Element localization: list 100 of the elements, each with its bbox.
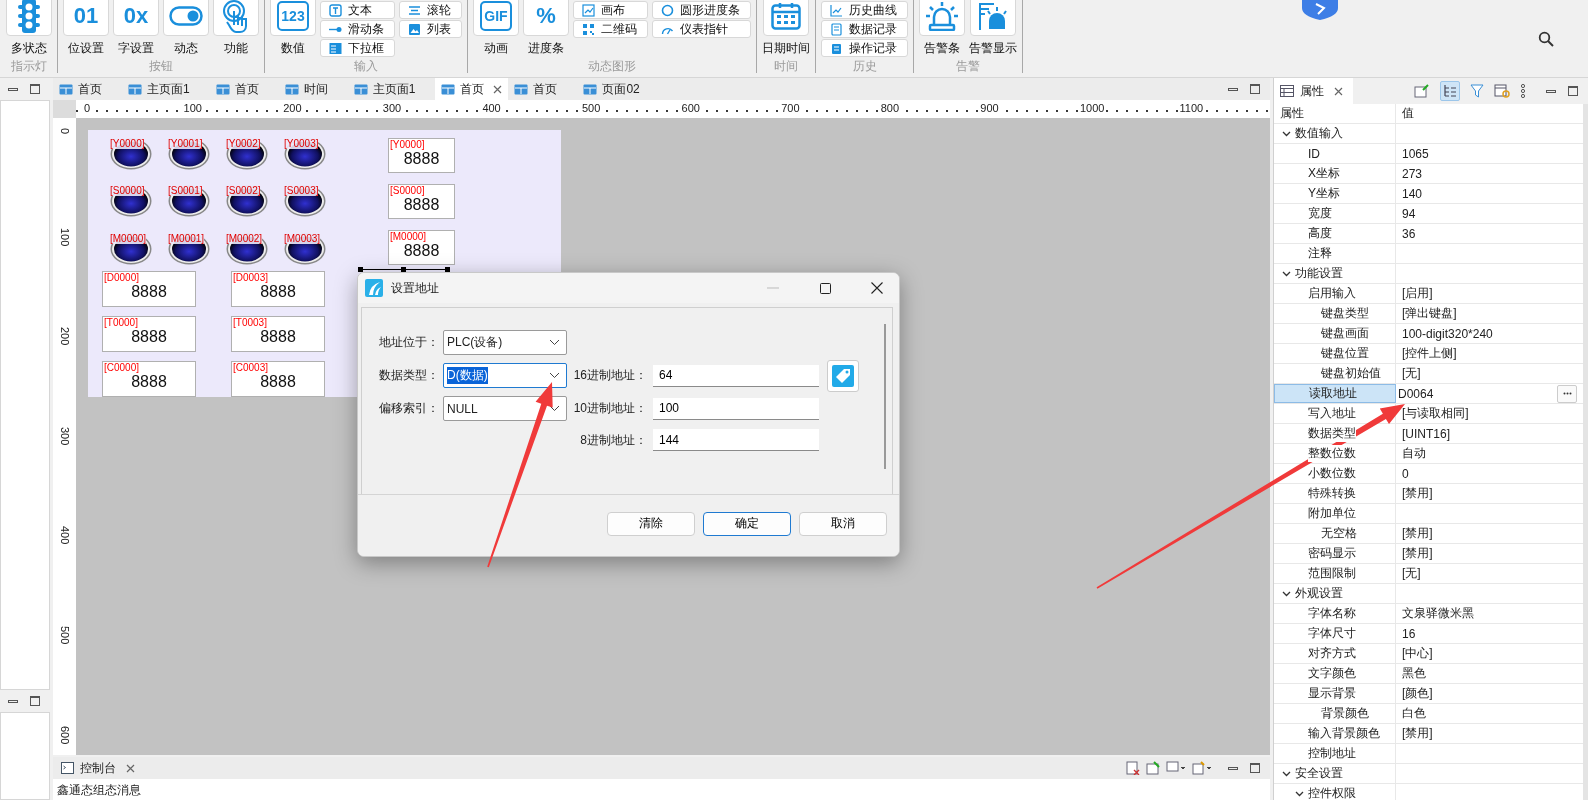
input-field[interactable]: 100 [653,397,819,420]
number-input[interactable]: [D0003] 8888 [231,271,325,307]
number-input[interactable]: [T0000] 8888 [102,316,196,352]
number-display[interactable]: [M0000] 8888 [388,230,455,265]
number-input[interactable]: [T0003] 8888 [231,316,325,352]
ribbon-tool-button[interactable]: 操作记录 [821,39,908,57]
maximize-icon[interactable] [819,282,831,294]
tag-button[interactable] [827,359,859,392]
maximize-icon[interactable] [1250,84,1260,94]
property-row[interactable]: 键盘位置 [控件上侧] [1274,344,1583,364]
properties-tab[interactable]: 属性 [1274,78,1353,104]
ribbon-tool-button[interactable]: 数据记录 [821,20,908,38]
close-icon[interactable] [871,282,883,294]
maximize-icon[interactable] [30,696,40,706]
page-tab[interactable]: 首页 [435,78,509,100]
page-tab[interactable]: 时间 [278,78,348,100]
property-row[interactable]: 键盘类型 [弹出键盘] [1274,304,1583,324]
dropdown-field[interactable]: NULL [443,396,567,421]
property-name: 特殊转换 [1308,485,1356,502]
input-field[interactable]: 144 [653,429,819,451]
ribbon-tool-button[interactable]: 二维码 [573,20,648,38]
property-row[interactable]: 输入背景颜色 [禁用] [1274,724,1583,744]
number-input[interactable]: [D0000] 8888 [102,271,196,307]
ribbon-tool-button[interactable]: 圆形进度条 [652,1,751,19]
tree-view-icon[interactable] [1443,84,1457,98]
property-row[interactable]: 高度 36 [1274,224,1583,244]
property-row[interactable]: 特殊转换 [禁用] [1274,484,1583,504]
dropdown-field[interactable]: D(数据) [443,363,567,388]
property-row[interactable]: 键盘初始值 [无] [1274,364,1583,384]
logo-icon [1302,0,1338,20]
address-label: [Y0001] [168,138,203,149]
page-tab[interactable]: 首页 [508,78,578,100]
property-row[interactable]: 显示背景 [颜色] [1274,684,1583,704]
number-input[interactable]: [C0003] 8888 [231,361,325,397]
property-row[interactable]: 安全设置 [1274,764,1583,784]
more-options-icon[interactable] [1520,84,1526,98]
page-tab[interactable]: 主页面1 [122,78,210,100]
property-row[interactable]: 范围限制 [无] [1274,564,1583,584]
property-row[interactable]: 对齐方式 [中心] [1274,644,1583,664]
dialog-button[interactable]: 清除 [607,511,695,536]
panel-title[interactable]: 控制台 [80,759,116,777]
dropdown-icon [329,41,342,55]
property-value: [启用] [1402,285,1433,302]
ribbon-tool-button[interactable]: 滚轮 [399,1,462,19]
ribbon-tool-button[interactable]: 文本 [320,1,395,19]
number-display[interactable]: [S0000] 8888 [388,184,455,219]
filter-icon[interactable] [1470,84,1484,98]
ribbon-tool-button[interactable]: 仪表指针 [652,20,751,38]
property-row[interactable]: 字体名称 文泉驿微米黑 [1274,604,1583,624]
property-name: 宽度 [1308,205,1332,222]
chevron-down-icon[interactable] [1282,129,1291,138]
property-row[interactable]: 键盘画面 100-digit320*240 [1274,324,1583,344]
property-row[interactable]: 数值输入 [1274,124,1583,144]
property-row[interactable]: 读取地址 D0064 [1274,384,1583,404]
property-row[interactable]: 控制地址 [1274,744,1583,764]
ribbon-tool-button[interactable]: 下拉框 [320,39,395,57]
dropdown-field[interactable]: PLC(设备) [443,330,567,355]
input-field[interactable]: 64 [653,364,819,387]
chevron-down-icon[interactable] [1282,769,1291,778]
minimize-icon[interactable] [1228,766,1238,770]
ribbon-tool-button[interactable]: 列表 [399,20,462,38]
chevron-down-icon[interactable] [1282,269,1291,278]
maximize-icon[interactable] [1250,763,1260,773]
property-row[interactable]: 无空格 [禁用] [1274,524,1583,544]
chevron-down-icon[interactable] [1295,789,1304,798]
property-row[interactable]: 文字颜色 黑色 [1274,664,1583,684]
ribbon-tool-button[interactable]: 滑动条 [320,20,395,38]
page-tab[interactable]: 主页面1 [347,78,436,100]
property-row[interactable]: 宽度 94 [1274,204,1583,224]
property-row[interactable]: 字体尺寸 16 [1274,624,1583,644]
property-row[interactable]: 附加单位 [1274,504,1583,524]
chevron-down-icon[interactable] [1282,589,1291,598]
monitor-icon[interactable] [1166,761,1186,775]
page-tab[interactable]: 页面02 [577,78,660,100]
property-row[interactable]: 注释 [1274,244,1583,264]
minimize-icon[interactable] [1228,87,1238,91]
number-input[interactable]: [C0000] 8888 [102,361,196,397]
ribbon-tool-button[interactable]: 画布 [573,1,648,19]
page-tab[interactable]: 首页 [53,78,122,100]
minimize-icon[interactable] [8,699,18,703]
dialog-button[interactable]: 取消 [799,511,887,536]
property-row[interactable]: 控件权限 [1274,784,1583,800]
property-row[interactable]: 功能设置 [1274,264,1583,284]
property-row[interactable]: 启用输入 [启用] [1274,284,1583,304]
maximize-icon[interactable] [1568,86,1578,96]
dialog-button[interactable]: 确定 [703,511,791,536]
property-row[interactable]: 密码显示 [禁用] [1274,544,1583,564]
property-row[interactable]: 整数位数 自动 [1274,444,1583,464]
ribbon-tool-button[interactable]: 历史曲线 [821,1,908,19]
maximize-icon[interactable] [30,84,40,94]
minimize-icon[interactable] [8,87,18,91]
property-row[interactable]: 背景颜色 白色 [1274,704,1583,724]
minimize-icon[interactable] [1546,89,1556,93]
property-row[interactable]: X坐标 273 [1274,164,1583,184]
page-tab[interactable]: 首页 [209,78,279,100]
number-display[interactable]: [Y0000] 8888 [388,138,455,173]
search-icon[interactable] [1538,30,1554,47]
property-row[interactable]: ID 1065 [1274,144,1583,164]
property-row[interactable]: Y坐标 140 [1274,184,1583,204]
property-row[interactable]: 外观设置 [1274,584,1583,604]
